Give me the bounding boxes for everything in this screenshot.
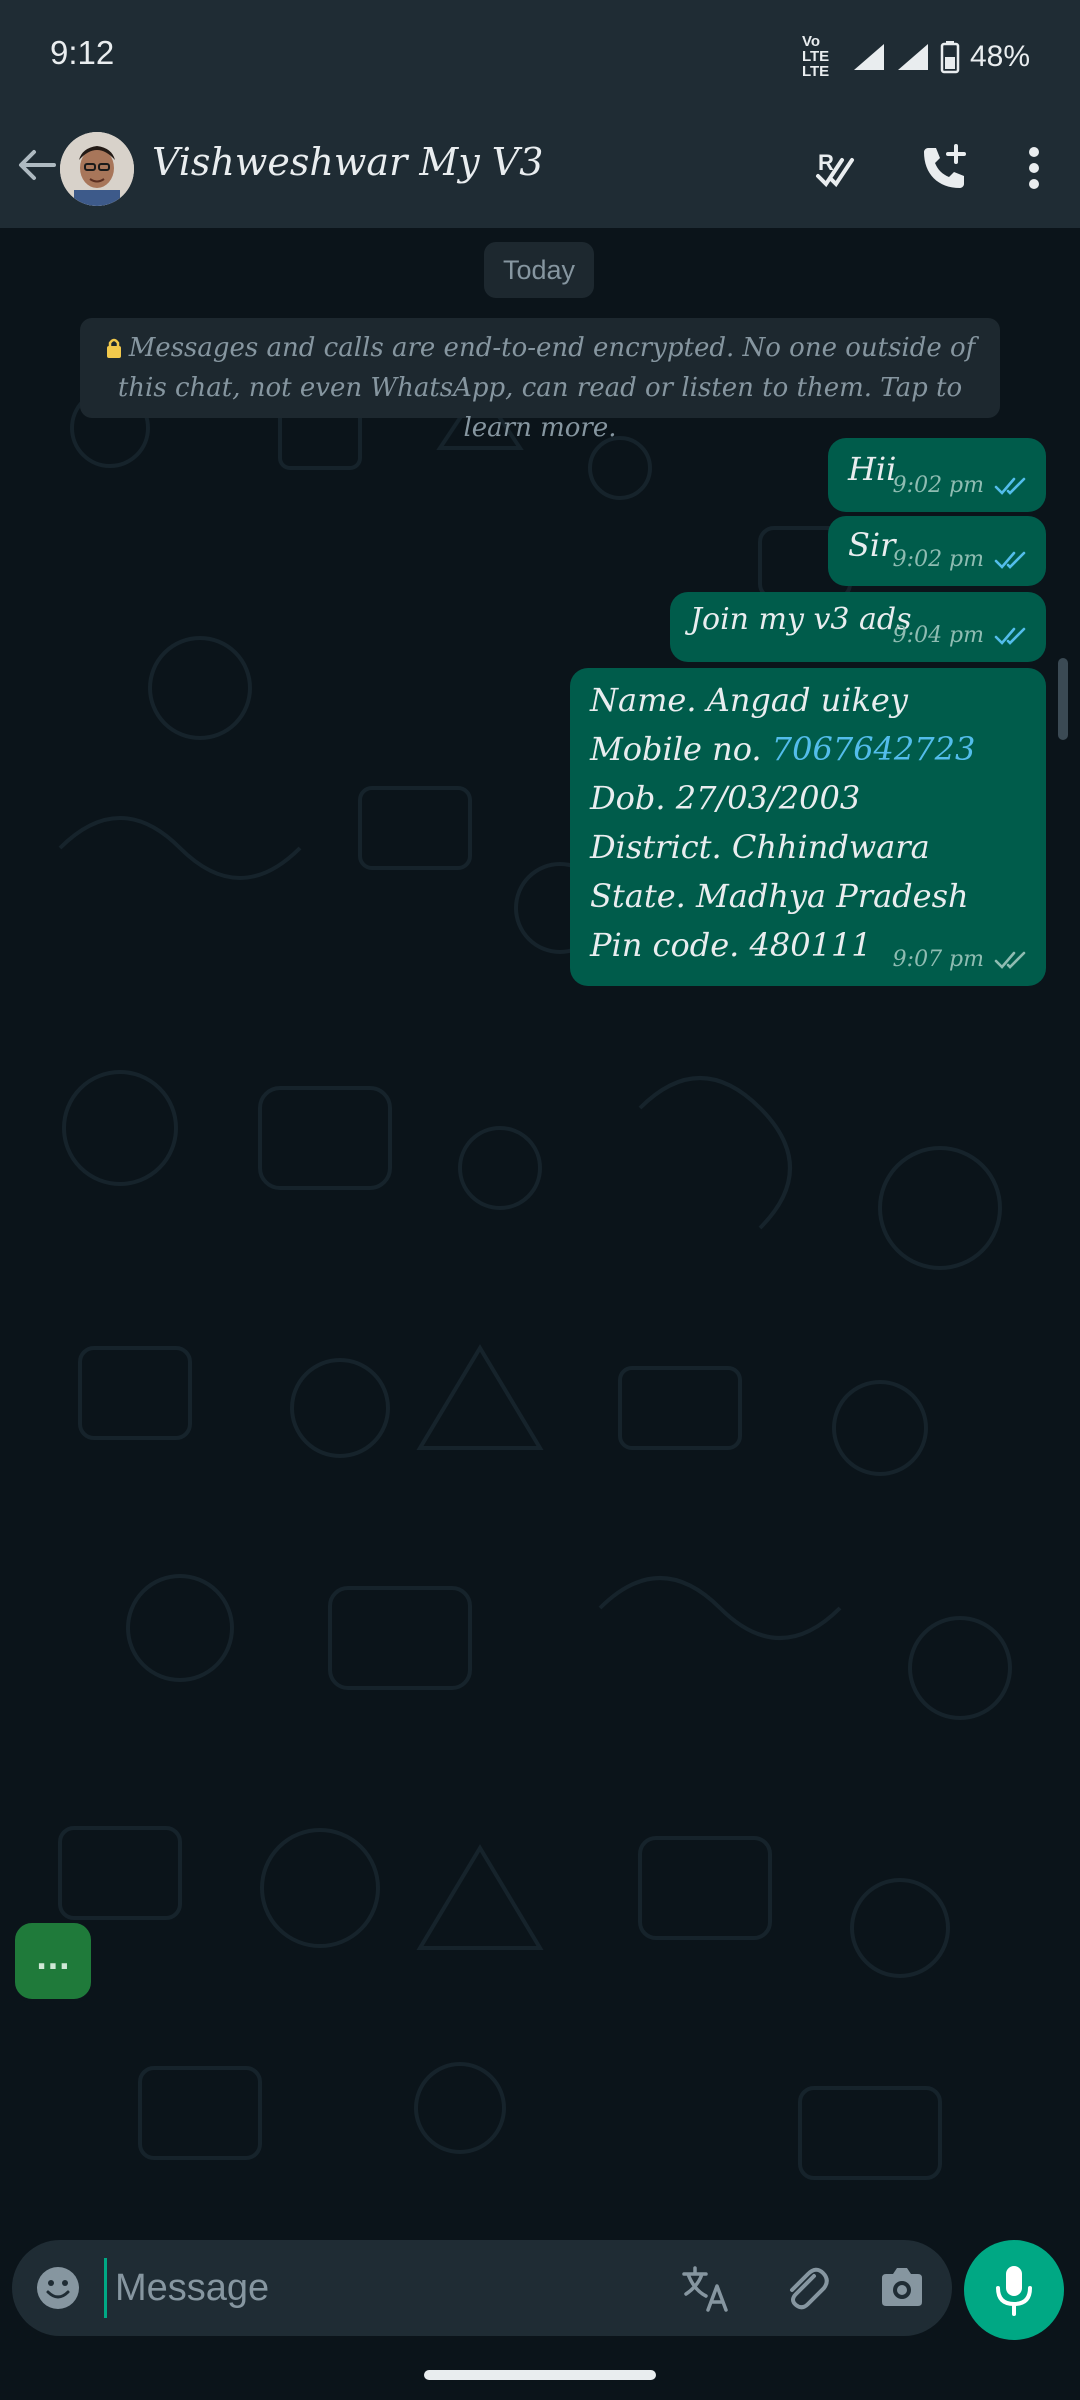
- phone-number-link[interactable]: 7067642723: [772, 730, 976, 768]
- avatar[interactable]: [60, 132, 134, 206]
- voice-message-button[interactable]: [964, 2240, 1064, 2340]
- signal-icon: [853, 43, 884, 70]
- message-input[interactable]: [104, 2258, 664, 2318]
- message-line: Name. Angad uikey: [590, 681, 908, 719]
- gesture-nav-handle[interactable]: [424, 2370, 656, 2380]
- camera-icon[interactable]: [876, 2262, 928, 2314]
- double-check-icon: [994, 551, 1026, 569]
- message-line: Mobile no. 7067642723: [590, 725, 975, 774]
- message-meta: 9:04 pm: [893, 623, 1028, 648]
- message-line-label: Mobile no.: [590, 730, 762, 768]
- lock-icon: [106, 338, 121, 358]
- network-label: Vo LTE LTE: [801, 33, 830, 80]
- status-icons: Vo LTE LTE 48%: [802, 34, 1030, 79]
- battery-level: 48%: [969, 39, 1030, 73]
- battery-icon: [940, 40, 960, 73]
- date-label: Today: [484, 242, 594, 298]
- typing-indicator-dots: ...: [35, 1942, 71, 1977]
- message-line: District. Chhindwara: [590, 828, 930, 866]
- outgoing-message[interactable]: Join my v3 ads 9:04 pm: [670, 592, 1046, 662]
- scrollbar-thumb[interactable]: [1058, 658, 1068, 740]
- message-time: 9:07 pm: [892, 947, 984, 972]
- attach-icon[interactable]: [780, 2262, 832, 2314]
- whatsapp-chat-screen: 9:12 Vo LTE LTE 48% Vishweshwar My V3 R …: [0, 0, 1080, 2400]
- svg-text:R: R: [818, 150, 834, 175]
- outgoing-message[interactable]: Name. Angad uikey Mobile no. 7067642723 …: [570, 668, 1046, 986]
- outgoing-message[interactable]: Sir 9:02 pm: [828, 516, 1046, 586]
- status-time: 9:12: [50, 34, 115, 71]
- read-all-icon[interactable]: R: [812, 140, 868, 196]
- message-meta: 9:02 pm: [893, 473, 1028, 498]
- back-arrow-icon[interactable]: [14, 142, 60, 188]
- avatar-face-icon: [60, 132, 134, 206]
- message-time: 9:02 pm: [892, 473, 984, 498]
- typing-indicator-button[interactable]: ...: [12, 1920, 94, 2002]
- message-meta: 9:07 pm: [893, 947, 1028, 972]
- message-line: State. Madhya Pradesh: [590, 877, 969, 915]
- double-check-icon: [994, 627, 1026, 645]
- message-composer: [12, 2240, 952, 2336]
- status-bar: 9:12 Vo LTE LTE 48%: [0, 0, 1080, 110]
- chat-header: Vishweshwar My V3 R: [0, 110, 1080, 228]
- more-vert-icon[interactable]: [1006, 140, 1062, 196]
- message-text: Sir: [848, 526, 896, 564]
- double-check-icon: [994, 477, 1026, 495]
- double-check-icon: [994, 951, 1026, 969]
- message-meta: 9:02 pm: [893, 547, 1028, 572]
- add-call-icon[interactable]: [916, 140, 972, 196]
- message-line: Dob. 27/03/2003: [590, 779, 861, 817]
- message-time: 9:02 pm: [892, 547, 984, 572]
- signal-icon-2: [897, 43, 928, 70]
- message-text: Join my v3 ads: [690, 602, 912, 637]
- contact-name[interactable]: Vishweshwar My V3: [152, 140, 543, 184]
- mic-icon: [996, 2266, 1032, 2316]
- emoji-icon[interactable]: [34, 2264, 82, 2312]
- encryption-notice[interactable]: Messages and calls are end-to-end encryp…: [80, 318, 1000, 443]
- message-text-block: Name. Angad uikey Mobile no. 7067642723 …: [590, 676, 975, 970]
- translate-icon[interactable]: [680, 2262, 732, 2314]
- message-text: Hii: [848, 450, 897, 488]
- message-time: 9:04 pm: [892, 623, 984, 648]
- outgoing-message[interactable]: Hii 9:02 pm: [828, 438, 1046, 512]
- chat-area[interactable]: Today Messages and calls are end-to-end …: [0, 228, 1080, 2240]
